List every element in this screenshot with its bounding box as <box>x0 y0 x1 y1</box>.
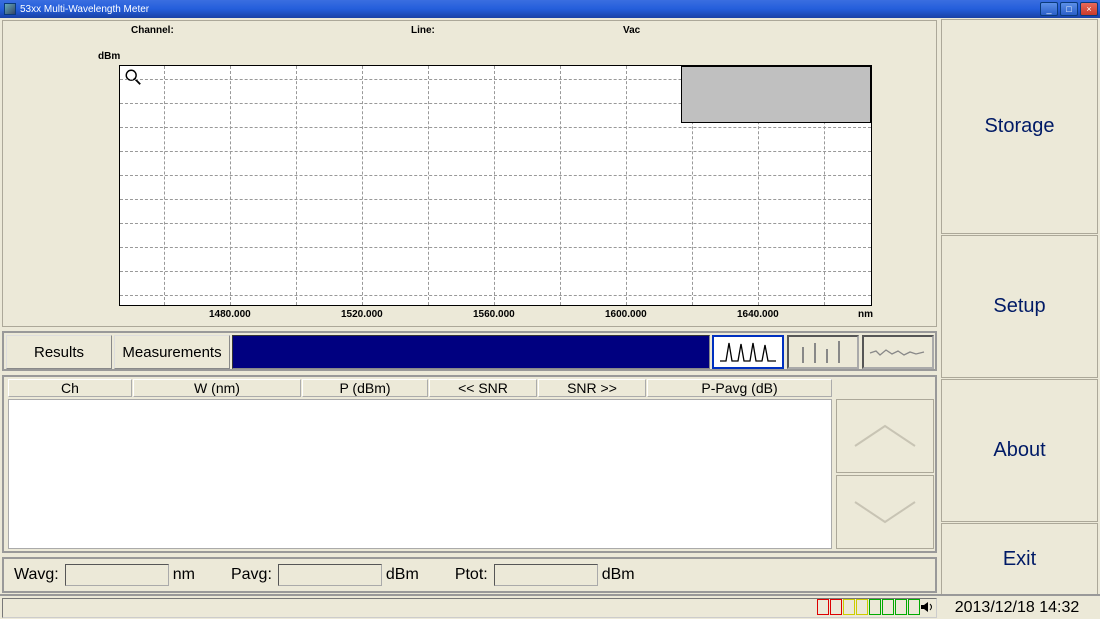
col-ppavg[interactable]: P-Pavg (dB) <box>647 379 832 397</box>
about-label: About <box>993 439 1045 462</box>
main-area: Channel: Line: Vac dBm 5.00 0.00 -5.00 -… <box>0 18 939 594</box>
x-axis-unit: nm <box>858 309 873 320</box>
table-body <box>8 399 832 549</box>
storage-label: Storage <box>984 115 1054 138</box>
xtick-3: 1600.000 <box>605 309 647 320</box>
selection-region <box>681 66 871 123</box>
about-button[interactable]: About <box>941 379 1098 522</box>
col-ch[interactable]: Ch <box>8 379 132 397</box>
scroll-up-button[interactable] <box>836 399 934 473</box>
pavg-label: Pavg: <box>231 566 272 584</box>
setup-button[interactable]: Setup <box>941 235 1098 378</box>
led-group <box>817 599 920 615</box>
storage-button[interactable]: Storage <box>941 19 1098 234</box>
wavg-unit: nm <box>173 566 195 584</box>
peaks-icon <box>718 339 778 365</box>
side-panel: Storage Setup About Exit <box>939 18 1100 593</box>
ptot-unit: dBm <box>602 566 635 584</box>
xtick-0: 1480.000 <box>209 309 251 320</box>
xtick-4: 1640.000 <box>737 309 779 320</box>
window-titlebar: 53xx Multi-Wavelength Meter _ □ × <box>0 0 1100 18</box>
tab-measurements-label: Measurements <box>122 344 221 361</box>
view-bars-button[interactable] <box>787 335 859 369</box>
view-noise-button[interactable] <box>862 335 934 369</box>
chevron-up-icon <box>850 418 920 454</box>
bars-icon <box>793 339 853 365</box>
exit-button[interactable]: Exit <box>941 523 1098 595</box>
setup-label: Setup <box>993 295 1045 318</box>
spectrum-plot[interactable] <box>119 65 872 306</box>
pavg-unit: dBm <box>386 566 419 584</box>
ptot-label: Ptot: <box>455 566 488 584</box>
led-green-1 <box>869 599 881 615</box>
tab-measurements[interactable]: Measurements <box>114 335 230 369</box>
led-yellow-2 <box>856 599 868 615</box>
led-green-3 <box>895 599 907 615</box>
noise-icon <box>868 339 928 365</box>
tab-strip-filler <box>232 335 710 369</box>
clock: 2013/12/18 14:32 <box>938 598 1096 618</box>
led-yellow-1 <box>843 599 855 615</box>
pavg-field <box>278 564 382 586</box>
vac-label: Vac <box>623 25 640 36</box>
tab-row: Results Measurements <box>2 331 937 371</box>
speaker-icon <box>920 600 934 614</box>
ptot-field <box>494 564 598 586</box>
tab-results-label: Results <box>34 344 84 361</box>
col-snr-r[interactable]: SNR >> <box>538 379 646 397</box>
led-red-2 <box>830 599 842 615</box>
xtick-2: 1560.000 <box>473 309 515 320</box>
led-green-4 <box>908 599 920 615</box>
minimize-button[interactable]: _ <box>1040 2 1058 16</box>
led-green-2 <box>882 599 894 615</box>
maximize-button[interactable]: □ <box>1060 2 1078 16</box>
chevron-down-icon <box>850 494 920 530</box>
line-label: Line: <box>411 25 435 36</box>
exit-label: Exit <box>1003 548 1036 571</box>
wavg-label: Wavg: <box>14 566 59 584</box>
window-controls: _ □ × <box>1040 2 1098 16</box>
close-button[interactable]: × <box>1080 2 1098 16</box>
wavg-field <box>65 564 169 586</box>
app-icon <box>4 3 16 15</box>
progress-well <box>2 598 937 618</box>
chart-panel: Channel: Line: Vac dBm 5.00 0.00 -5.00 -… <box>2 20 937 327</box>
col-w[interactable]: W (nm) <box>133 379 301 397</box>
col-p[interactable]: P (dBm) <box>302 379 428 397</box>
view-peaks-button[interactable] <box>712 335 784 369</box>
xtick-1: 1520.000 <box>341 309 383 320</box>
summary-bar: Wavg: nm Pavg: dBm Ptot: dBm <box>2 557 937 593</box>
channel-label: Channel: <box>131 25 174 36</box>
status-bar: 2013/12/18 14:32 <box>0 594 1100 619</box>
zoom-icon[interactable] <box>124 68 142 86</box>
y-axis-unit: dBm <box>98 51 120 62</box>
led-red-1 <box>817 599 829 615</box>
col-snr-l[interactable]: << SNR <box>429 379 537 397</box>
scroll-down-button[interactable] <box>836 475 934 549</box>
tab-results[interactable]: Results <box>6 335 112 369</box>
table-panel: Ch W (nm) P (dBm) << SNR SNR >> P-Pavg (… <box>2 375 937 553</box>
window-title: 53xx Multi-Wavelength Meter <box>20 4 149 15</box>
